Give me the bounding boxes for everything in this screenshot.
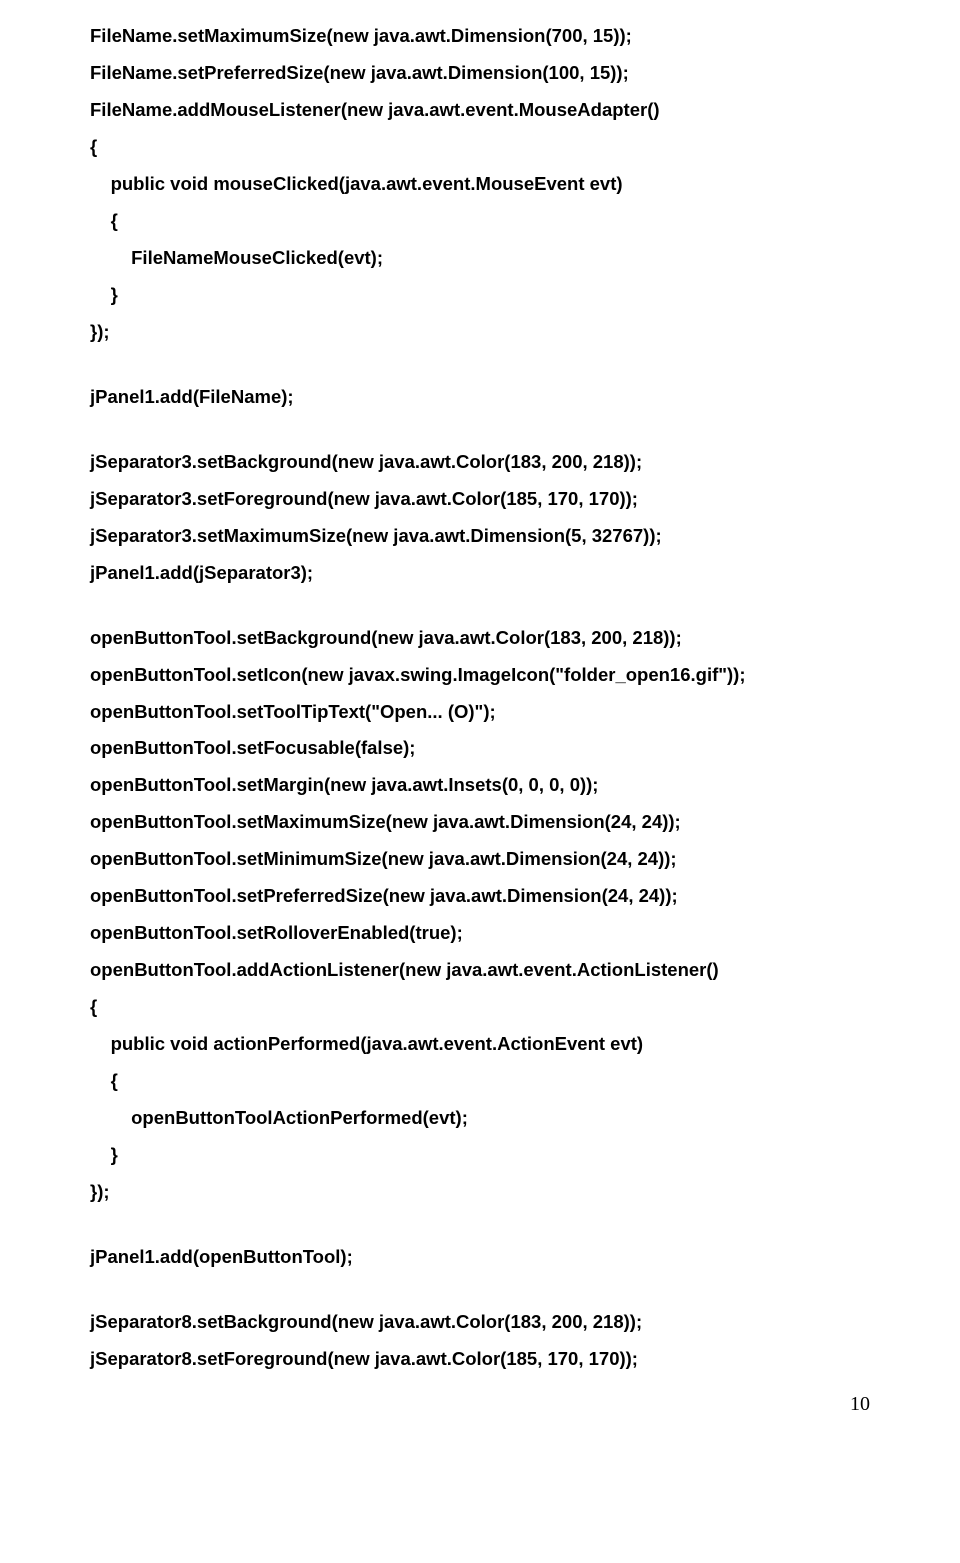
code-block: FileName.setMaximumSize(new java.awt.Dim… [90,18,870,1378]
code-line: openButtonTool.setBackground(new java.aw… [90,620,870,657]
code-line: openButtonToolActionPerformed(evt); [90,1100,870,1137]
code-line: openButtonTool.setIcon(new javax.swing.I… [90,657,870,694]
code-line: openButtonTool.setToolTipText("Open... (… [90,694,870,731]
code-line: openButtonTool.setRolloverEnabled(true); [90,915,870,952]
code-line: openButtonTool.setPreferredSize(new java… [90,878,870,915]
code-line: jPanel1.add(openButtonTool); [90,1239,870,1276]
code-line: jSeparator3.setForeground(new java.awt.C… [90,481,870,518]
code-line: FileName.setMaximumSize(new java.awt.Dim… [90,18,870,55]
code-line: public void mouseClicked(java.awt.event.… [90,166,870,203]
code-line: jSeparator3.setBackground(new java.awt.C… [90,444,870,481]
code-line: openButtonTool.setMinimumSize(new java.a… [90,841,870,878]
code-line: { [90,989,870,1026]
code-line: jPanel1.add(FileName); [90,379,870,416]
page-number: 10 [90,1393,870,1416]
code-line: { [90,129,870,166]
code-line: { [90,203,870,240]
code-line: openButtonTool.setMaximumSize(new java.a… [90,804,870,841]
code-line: openButtonTool.setMargin(new java.awt.In… [90,767,870,804]
code-line: FileName.addMouseListener(new java.awt.e… [90,92,870,129]
code-line: { [90,1063,870,1100]
blank-line [90,416,870,444]
code-line: } [90,277,870,314]
code-line: jSeparator8.setBackground(new java.awt.C… [90,1304,870,1341]
code-line: jPanel1.add(jSeparator3); [90,555,870,592]
blank-line [90,1211,870,1239]
code-line: FileName.setPreferredSize(new java.awt.D… [90,55,870,92]
code-line: openButtonTool.addActionListener(new jav… [90,952,870,989]
code-line: }); [90,314,870,351]
blank-line [90,1276,870,1304]
code-line: jSeparator8.setForeground(new java.awt.C… [90,1341,870,1378]
blank-line [90,592,870,620]
code-line: openButtonTool.setFocusable(false); [90,730,870,767]
code-line: FileNameMouseClicked(evt); [90,240,870,277]
code-line: public void actionPerformed(java.awt.eve… [90,1026,870,1063]
blank-line [90,351,870,379]
code-line: }); [90,1174,870,1211]
code-line: jSeparator3.setMaximumSize(new java.awt.… [90,518,870,555]
document-page: FileName.setMaximumSize(new java.awt.Dim… [0,0,960,1446]
code-line: } [90,1137,870,1174]
